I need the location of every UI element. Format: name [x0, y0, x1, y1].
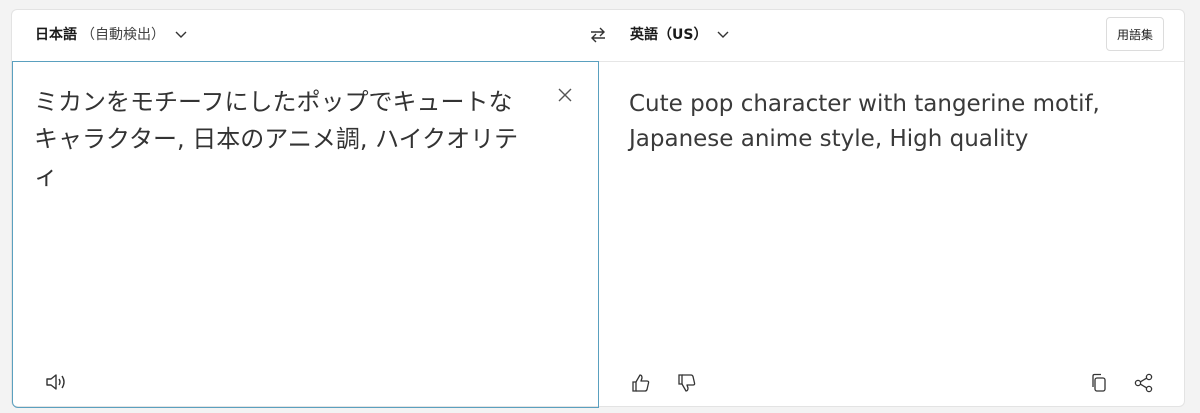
speaker-icon[interactable]	[44, 370, 68, 394]
glossary-button[interactable]: 用語集	[1105, 17, 1164, 51]
clear-icon[interactable]	[555, 85, 579, 109]
share-icon[interactable]	[1132, 371, 1156, 395]
target-language-select[interactable]: 英語（US）	[630, 24, 731, 44]
source-text[interactable]: ミカンをモチーフにしたポップでキュートなキャラクター, 日本のアニメ調, ハイク…	[34, 84, 534, 195]
source-text-area[interactable]: ミカンをモチーフにしたポップでキュートなキャラクター, 日本のアニメ調, ハイク…	[12, 61, 599, 408]
target-language-name: 英語（US）	[630, 27, 708, 43]
translator-card: 日本語 （自動検出） 英語（US） 用語集 ミカンをモチーフにしたポップでキュー…	[11, 9, 1186, 408]
source-language-select[interactable]: 日本語 （自動検出）	[35, 24, 189, 44]
copy-icon[interactable]	[1087, 371, 1111, 395]
target-text-area: Cute pop character with tangerine motif,…	[599, 61, 1186, 408]
source-language-note: （自動検出）	[81, 27, 165, 43]
swap-icon[interactable]	[587, 24, 609, 46]
thumbs-up-icon[interactable]	[629, 371, 653, 395]
chevron-down-icon	[715, 26, 731, 42]
translated-text: Cute pop character with tangerine motif,…	[629, 91, 1100, 152]
chevron-down-icon	[173, 26, 189, 42]
source-language-name: 日本語	[35, 27, 77, 43]
language-bar: 日本語 （自動検出） 英語（US） 用語集	[12, 10, 1184, 62]
thumbs-down-icon[interactable]	[675, 371, 699, 395]
